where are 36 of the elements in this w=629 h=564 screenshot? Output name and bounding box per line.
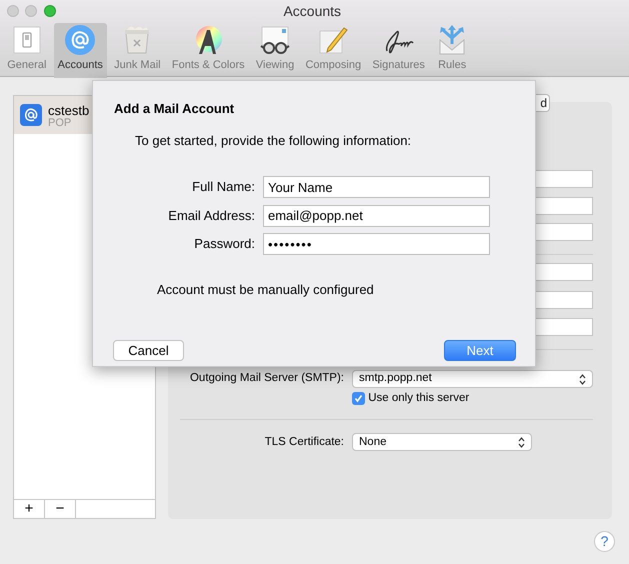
zoom-button[interactable]: [44, 5, 56, 17]
password-field[interactable]: ••••••••: [263, 233, 490, 255]
close-button[interactable]: [6, 5, 18, 17]
general-icon: [10, 24, 43, 56]
tls-certificate-label: TLS Certificate:: [264, 434, 345, 450]
minimize-button[interactable]: [25, 5, 37, 17]
help-button[interactable]: ?: [594, 531, 615, 552]
account-name: cstestb: [48, 104, 90, 117]
up-down-arrows-icon: [579, 374, 586, 384]
text-field[interactable]: [535, 263, 593, 281]
account-type: POP: [48, 117, 72, 130]
status-message: Account must be manually configured: [157, 281, 375, 299]
dialog-intro: To get started, provide the following information:: [135, 132, 412, 150]
smtp-server-label: Outgoing Mail Server (SMTP):: [188, 371, 345, 386]
text-field[interactable]: [535, 170, 593, 188]
text-field[interactable]: [535, 318, 593, 336]
email-address-label: Email Address:: [167, 206, 256, 225]
checkbox-label: Use only this server: [368, 391, 470, 406]
at-sign-icon: [64, 24, 96, 56]
at-sign-icon: [20, 104, 42, 126]
text-field[interactable]: [535, 291, 593, 309]
smtp-server-popup[interactable]: smtp.popp.net: [352, 370, 593, 388]
password-label: Password:: [193, 235, 256, 254]
full-name-label: Full Name:: [191, 178, 256, 196]
partial-button[interactable]: d: [535, 94, 550, 112]
checkbox[interactable]: [352, 392, 365, 406]
text-field[interactable]: [535, 197, 593, 215]
tls-certificate-popup[interactable]: None: [352, 433, 532, 452]
text-field[interactable]: [535, 223, 593, 241]
up-down-arrows-icon: [518, 436, 525, 448]
full-name-field[interactable]: Your Name: [263, 176, 490, 198]
toolbar-tab[interactable]: Accounts: [54, 23, 107, 78]
window-title: Accounts: [282, 2, 342, 21]
email-address-field[interactable]: email@popp.net: [263, 204, 490, 226]
cancel-button[interactable]: Cancel: [113, 340, 184, 360]
glasses-icon: [259, 24, 292, 56]
